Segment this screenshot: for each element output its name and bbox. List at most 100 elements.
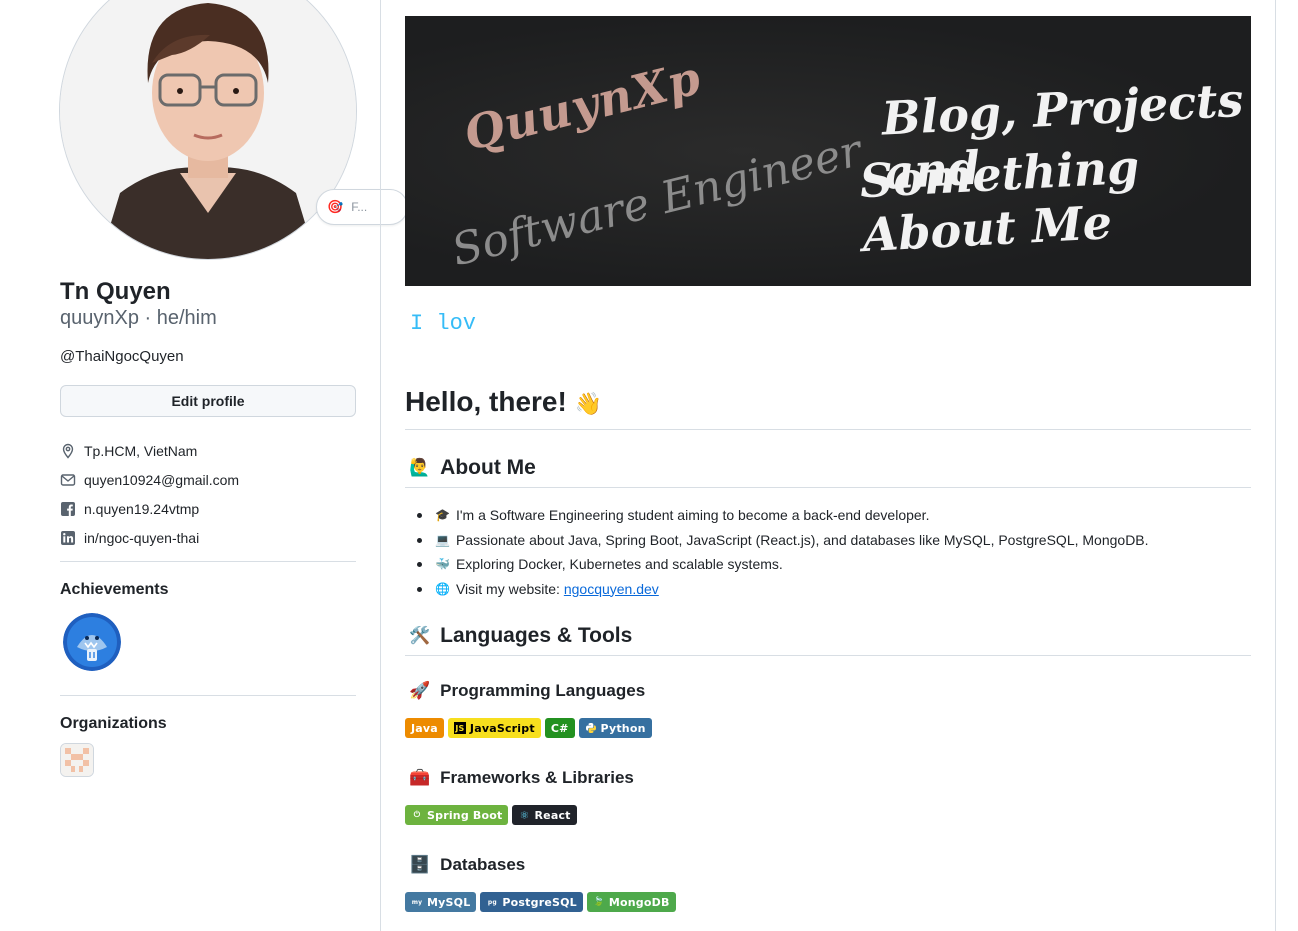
frameworks-title: Frameworks & Libraries bbox=[440, 768, 634, 787]
avatar[interactable] bbox=[59, 0, 357, 260]
vcard-email[interactable]: quyen10924@gmail.com bbox=[60, 465, 356, 494]
organization-avatar[interactable] bbox=[60, 743, 94, 777]
frameworks-heading: 🧰 Frameworks & Libraries bbox=[409, 768, 634, 788]
mongodb-leaf-icon: 🍃 bbox=[593, 897, 605, 907]
file-cabinet-icon: 🗄️ bbox=[409, 855, 431, 874]
databases-title: Databases bbox=[440, 855, 526, 874]
heading-rule bbox=[405, 655, 1251, 656]
avatar-image bbox=[60, 0, 356, 259]
list-item: 💻 Passionate about Java, Spring Boot, Ja… bbox=[415, 528, 1149, 553]
status-text: F... bbox=[351, 200, 368, 214]
mail-icon bbox=[60, 472, 76, 488]
profile-bio: @ThaiNgocQuyen bbox=[60, 348, 184, 365]
vcard-location: Tp.HCM, VietNam bbox=[60, 436, 356, 465]
facebook-icon bbox=[60, 501, 76, 517]
badge-python[interactable]: Python bbox=[578, 718, 652, 738]
column-border bbox=[1275, 0, 1276, 931]
databases-heading: 🗄️ Databases bbox=[409, 855, 525, 875]
waving-hand-icon: 👋 bbox=[574, 391, 603, 416]
badge-label: JavaScript bbox=[469, 721, 535, 735]
list-item-text: Exploring Docker, Kubernetes and scalabl… bbox=[455, 556, 783, 573]
programming-title: Programming Languages bbox=[440, 681, 646, 700]
profile-sidebar: 🎯 F... Tn Quyen quuynXp · he/him @ThaiNg… bbox=[0, 0, 408, 931]
banner-tagline-2: Something About Me bbox=[858, 139, 1141, 263]
badge-label: PostgreSQL bbox=[502, 895, 577, 909]
react-icon: ⚛ bbox=[519, 808, 530, 822]
status-emoji: 🎯 bbox=[327, 199, 344, 214]
about-list: 🎓 I'm a Software Engineering student aim… bbox=[415, 503, 1149, 601]
edit-profile-button[interactable]: Edit profile bbox=[60, 385, 356, 417]
badge-csharp[interactable]: C# bbox=[544, 718, 575, 738]
profile-login: quuynXp · he/him bbox=[60, 307, 217, 329]
laptop-icon: 💻 bbox=[435, 532, 450, 547]
badge-label: Java bbox=[411, 721, 438, 735]
sidebar-divider bbox=[60, 695, 356, 696]
badge-label: MongoDB bbox=[608, 895, 670, 909]
graduation-cap-icon: 🎓 bbox=[435, 508, 450, 523]
vcard-linkedin[interactable]: in/ngoc-quyen-thai bbox=[60, 523, 356, 552]
heading-rule bbox=[405, 487, 1251, 488]
sidebar-divider bbox=[60, 561, 356, 562]
postgresql-icon: pg bbox=[487, 898, 497, 906]
greeting-text: Hello, there! bbox=[405, 386, 567, 417]
rocket-icon: 🚀 bbox=[409, 681, 431, 700]
mysql-icon: my bbox=[411, 898, 423, 906]
globe-icon: 🌐 bbox=[435, 581, 450, 596]
list-item-text: Visit my website: bbox=[455, 580, 564, 597]
badge-label: MySQL bbox=[427, 895, 471, 909]
list-item: 🌐 Visit my website: ngocquyen.dev bbox=[415, 577, 1149, 602]
greeting-heading: Hello, there! 👋 bbox=[405, 386, 602, 418]
about-title: About Me bbox=[440, 456, 536, 479]
badge-label: React bbox=[534, 808, 571, 822]
linkedin-icon bbox=[60, 530, 76, 546]
hammer-wrench-icon: 🛠️ bbox=[409, 626, 431, 645]
programming-badges: Java JS JavaScript C# Python bbox=[405, 718, 652, 738]
python-icon bbox=[585, 722, 597, 734]
status-button[interactable]: 🎯 F... bbox=[316, 189, 408, 225]
javascript-icon: JS bbox=[453, 722, 466, 734]
vcard-linkedin-link[interactable]: in/ngoc-quyen-thai bbox=[84, 530, 199, 546]
raising-hand-icon: 🙋‍♂️ bbox=[409, 458, 431, 477]
badge-java[interactable]: Java bbox=[405, 718, 444, 738]
banner-brand: QuuynXp bbox=[458, 50, 707, 162]
organizations-heading: Organizations bbox=[60, 715, 167, 732]
typing-text: I lov bbox=[410, 311, 477, 336]
spring-icon: ⏻ bbox=[413, 810, 421, 819]
list-item-text: I'm a Software Engineering student aimin… bbox=[455, 507, 930, 524]
heading-rule bbox=[405, 429, 1251, 430]
vcard-facebook-link[interactable]: n.quyen19.24vtmp bbox=[84, 501, 199, 517]
whale-icon: 🐳 bbox=[435, 557, 450, 572]
achievements-heading: Achievements bbox=[60, 581, 169, 598]
list-item: 🐳 Exploring Docker, Kubernetes and scala… bbox=[415, 552, 1149, 577]
databases-badges: my MySQL pg PostgreSQL 🍃 MongoDB bbox=[405, 892, 676, 912]
tools-title: Languages & Tools bbox=[440, 624, 633, 647]
badge-postgresql[interactable]: pg PostgreSQL bbox=[480, 892, 583, 912]
tools-heading: 🛠️ Languages & Tools bbox=[409, 624, 632, 648]
achievement-badge-shark[interactable] bbox=[63, 613, 121, 671]
profile-name: Tn Quyen bbox=[60, 278, 171, 305]
badge-react[interactable]: ⚛ React bbox=[512, 805, 577, 825]
column-divider bbox=[380, 0, 381, 931]
shark-icon bbox=[63, 613, 121, 671]
badge-label: C# bbox=[550, 721, 569, 735]
badge-label: Python bbox=[600, 721, 646, 735]
vcard-details: Tp.HCM, VietNam quyen10924@gmail.com n.q… bbox=[60, 436, 356, 552]
website-link[interactable]: ngocquyen.dev bbox=[564, 581, 659, 597]
readme-banner: QuuynXp Software Engineer Blog, Projects… bbox=[405, 16, 1251, 286]
badge-javascript[interactable]: JS JavaScript bbox=[447, 718, 541, 738]
badge-label: Spring Boot bbox=[427, 808, 503, 822]
toolbox-icon: 🧰 bbox=[409, 768, 431, 787]
location-pin-icon bbox=[60, 443, 76, 459]
badge-mysql[interactable]: my MySQL bbox=[405, 892, 477, 912]
list-item: 🎓 I'm a Software Engineering student aim… bbox=[415, 503, 1149, 528]
org-identicon-icon bbox=[61, 744, 93, 776]
programming-heading: 🚀 Programming Languages bbox=[409, 681, 645, 701]
vcard-facebook[interactable]: n.quyen19.24vtmp bbox=[60, 494, 356, 523]
frameworks-badges: ⏻ Spring Boot ⚛ React bbox=[405, 805, 577, 825]
badge-mongodb[interactable]: 🍃 MongoDB bbox=[586, 892, 676, 912]
vcard-location-text: Tp.HCM, VietNam bbox=[84, 442, 198, 459]
list-item-text: Passionate about Java, Spring Boot, Java… bbox=[455, 531, 1149, 548]
about-heading: 🙋‍♂️ About Me bbox=[409, 456, 536, 480]
badge-spring-boot[interactable]: ⏻ Spring Boot bbox=[405, 805, 509, 825]
vcard-email-link[interactable]: quyen10924@gmail.com bbox=[84, 472, 239, 488]
